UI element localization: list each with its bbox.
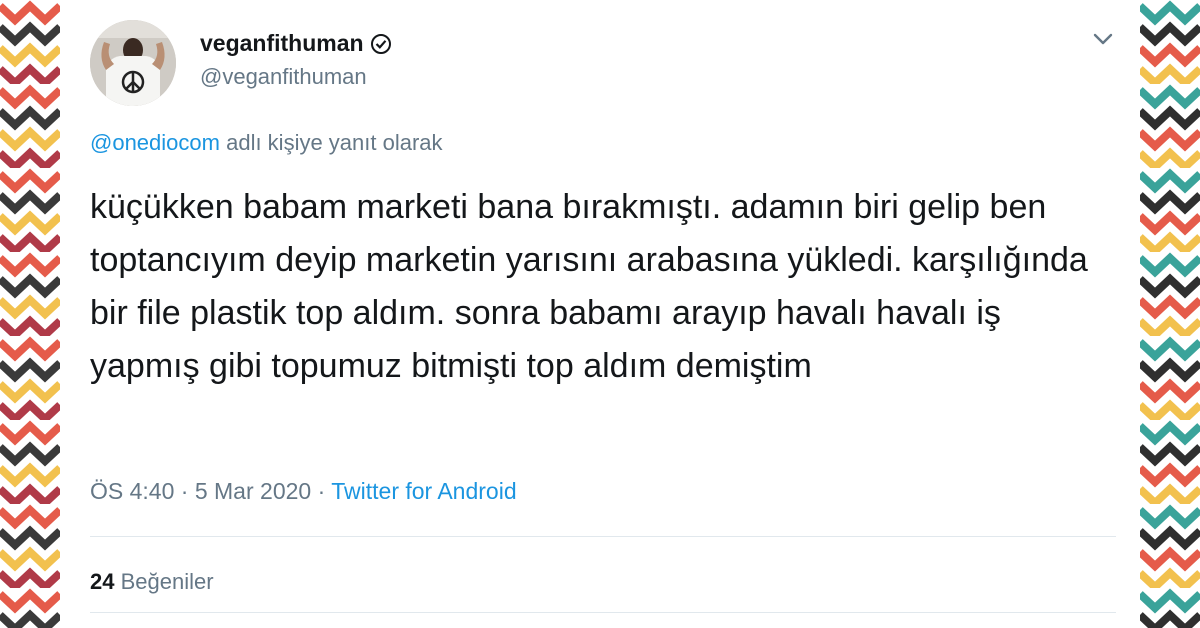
reply-label: adlı kişiye yanıt olarak xyxy=(226,130,443,155)
meta-separator: · xyxy=(317,478,326,504)
chevron-pattern-left xyxy=(0,0,60,628)
user-handle[interactable]: @veganfithuman xyxy=(200,64,367,90)
chevron-down-icon[interactable] xyxy=(1090,28,1116,50)
likes-label: Beğeniler xyxy=(120,569,214,594)
reply-context: @onediocom adlı kişiye yanıt olarak xyxy=(90,130,443,156)
tweet-text: küçükken babam marketi bana bırakmıştı. … xyxy=(90,188,1088,385)
meta-separator: · xyxy=(180,478,189,504)
divider xyxy=(90,612,1116,613)
display-name[interactable]: veganfithuman xyxy=(200,30,364,57)
tweet-meta: ÖS 4:40 · 5 Mar 2020 · Twitter for Andro… xyxy=(90,478,517,505)
reply-mention-link[interactable]: @onediocom xyxy=(90,130,220,155)
tweet-time[interactable]: ÖS 4:40 xyxy=(90,478,174,504)
left-chevron-border xyxy=(0,0,60,628)
likes-count-link[interactable]: 24 Beğeniler xyxy=(90,569,214,595)
avatar[interactable] xyxy=(90,20,176,106)
display-name-row[interactable]: veganfithuman xyxy=(200,30,392,57)
tweet-source-link[interactable]: Twitter for Android xyxy=(331,478,516,504)
tweet-date[interactable]: 5 Mar 2020 xyxy=(195,478,311,504)
chevron-pattern-right xyxy=(1140,0,1200,628)
tweet-card: veganfithuman @veganfithuman @onediocom … xyxy=(60,0,1140,628)
avatar-image xyxy=(90,20,176,106)
divider xyxy=(90,536,1116,537)
verified-icon xyxy=(370,33,391,54)
likes-count: 24 xyxy=(90,569,115,594)
right-chevron-border xyxy=(1140,0,1200,628)
